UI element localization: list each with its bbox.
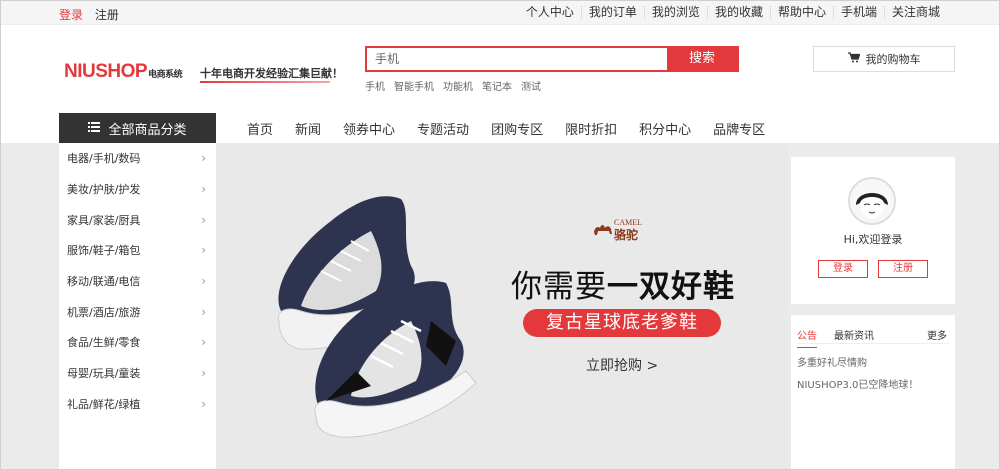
nav-points[interactable]: 积分中心: [639, 119, 691, 138]
top-login-link[interactable]: 登录: [59, 8, 83, 22]
nav-group-buy[interactable]: 团购专区: [491, 119, 543, 138]
category-label: 电器/手机/数码: [67, 152, 141, 166]
header-slogan: 十年电商开发经验汇集巨献！: [200, 67, 343, 80]
tab-notice[interactable]: 公告: [797, 327, 817, 348]
hot-word[interactable]: 功能机: [443, 78, 473, 93]
top-bar-links: 个人中心 我的订单 我的浏览 我的收藏 帮助中心 手机端 关注商城: [519, 6, 947, 19]
chevron-right-icon: ›: [201, 243, 206, 258]
hero-banner[interactable]: CAMEL 骆驼 你需要一双好鞋 复古星球底老爹鞋 立即抢购 >: [216, 143, 788, 469]
panel-register-button[interactable]: 注册: [878, 260, 928, 278]
chevron-right-icon: ›: [201, 396, 206, 411]
news-item[interactable]: NIUSHOP3.0已空降地球！: [797, 376, 918, 391]
user-panel: Hi,欢迎登录 登录 注册: [791, 157, 955, 304]
category-item[interactable]: 母婴/玩具/童装 ›: [59, 358, 216, 389]
slogan-underline: [200, 81, 330, 83]
category-label: 移动/联通/电信: [67, 275, 141, 289]
chevron-right-icon: ›: [201, 274, 206, 289]
category-label: 食品/生鲜/零食: [67, 336, 141, 350]
category-label: 机票/酒店/旅游: [67, 305, 141, 319]
cart-label: 我的购物车: [865, 53, 921, 66]
nav-links: 首页 新闻 领券中心 专题活动 团购专区 限时折扣 积分中心 品牌专区: [247, 119, 787, 138]
news-divider: [797, 343, 949, 344]
top-link-personal-center[interactable]: 个人中心: [519, 6, 581, 19]
nav-topics[interactable]: 专题活动: [417, 119, 469, 138]
sneaker-image: [277, 196, 477, 438]
top-link-help-center[interactable]: 帮助中心: [769, 6, 833, 19]
welcome-text: Hi,欢迎登录: [843, 233, 903, 246]
top-link-follow-mall[interactable]: 关注商城: [883, 6, 947, 19]
hot-search-words: 手机 智能手机 功能机 笔记本 测试: [365, 78, 550, 93]
category-item[interactable]: 机票/酒店/旅游 ›: [59, 296, 216, 327]
headline-bold: 一双好鞋: [607, 269, 735, 305]
main-nav: 全部商品分类 首页 新闻 领券中心 专题活动 团购专区 限时折扣 积分中心 品牌…: [1, 113, 999, 143]
cart-button[interactable]: 我的购物车: [813, 46, 955, 72]
category-label: 母婴/玩具/童装: [67, 367, 141, 381]
top-link-my-favorites[interactable]: 我的收藏: [706, 6, 770, 19]
menu-icon: [88, 121, 101, 135]
logo-text: NIUSHOP: [64, 61, 148, 82]
category-item[interactable]: 家具/家装/厨具 ›: [59, 204, 216, 235]
chevron-right-icon: ›: [201, 366, 206, 381]
hot-word[interactable]: 测试: [521, 78, 541, 93]
chevron-right-icon: ›: [201, 212, 206, 227]
category-label: 美妆/护肤/护发: [67, 183, 141, 197]
news-item[interactable]: 多重好礼尽情购: [797, 354, 867, 369]
nav-news[interactable]: 新闻: [295, 119, 321, 138]
all-categories-button[interactable]: 全部商品分类: [59, 113, 216, 143]
top-register-link[interactable]: 注册: [95, 8, 119, 22]
banner-promo-pill: 复古星球底老爹鞋: [523, 309, 721, 337]
camel-brand-logo: CAMEL 骆驼: [592, 217, 642, 241]
avatar: [848, 177, 896, 225]
top-link-mobile[interactable]: 手机端: [832, 6, 884, 19]
category-sidebar: 电器/手机/数码 › 美妆/护肤/护发 › 家具/家装/厨具 › 服饰/鞋子/箱包 › …: [59, 143, 216, 469]
brand-name-cn: 骆驼: [614, 228, 639, 242]
nav-coupons[interactable]: 领券中心: [343, 119, 395, 138]
category-item[interactable]: 移动/联通/电信 ›: [59, 266, 216, 297]
chevron-right-icon: ›: [201, 304, 206, 319]
search-input[interactable]: 手机: [367, 48, 667, 70]
search-button[interactable]: 搜索: [667, 48, 737, 70]
category-item[interactable]: 服饰/鞋子/箱包 ›: [59, 235, 216, 266]
category-item[interactable]: 美妆/护肤/护发 ›: [59, 174, 216, 205]
banner-headline: 你需要一双好鞋: [511, 261, 735, 306]
cart-icon: [847, 52, 860, 66]
hot-word[interactable]: 智能手机: [394, 78, 434, 93]
headline-prefix: 你需要: [511, 269, 607, 305]
hot-word[interactable]: 手机: [365, 78, 385, 93]
all-categories-label: 全部商品分类: [108, 122, 187, 138]
category-label: 礼品/鲜花/绿植: [67, 397, 141, 411]
tab-latest-news[interactable]: 最新资讯: [834, 327, 874, 348]
news-panel: 公告 最新资讯 更多 多重好礼尽情购 NIUSHOP3.0已空降地球！: [791, 315, 955, 469]
panel-login-button[interactable]: 登录: [818, 260, 868, 278]
news-more-link[interactable]: 更多: [927, 327, 947, 342]
nav-brands[interactable]: 品牌专区: [713, 119, 765, 138]
top-link-my-history[interactable]: 我的浏览: [643, 6, 707, 19]
chevron-right-icon: ›: [201, 335, 206, 350]
site-logo[interactable]: NIUSHOP电商系统: [64, 61, 183, 83]
buy-now-link[interactable]: 立即抢购 >: [586, 355, 658, 375]
top-link-my-orders[interactable]: 我的订单: [580, 6, 644, 19]
category-label: 家具/家装/厨具: [67, 213, 141, 227]
page-frame: 登录 注册 个人中心 我的订单 我的浏览 我的收藏 帮助中心 手机端 关注商城 …: [0, 0, 1000, 470]
nav-flash-sale[interactable]: 限时折扣: [565, 119, 617, 138]
category-item[interactable]: 礼品/鲜花/绿植 ›: [59, 389, 216, 420]
chevron-right-icon: ›: [201, 151, 206, 166]
chevron-right-icon: ›: [201, 182, 206, 197]
top-bar: 登录 注册 个人中心 我的订单 我的浏览 我的收藏 帮助中心 手机端 关注商城: [1, 1, 999, 25]
nav-home[interactable]: 首页: [247, 119, 273, 138]
top-bar-auth: 登录 注册: [59, 6, 119, 23]
camel-icon: [594, 225, 612, 235]
category-label: 服饰/鞋子/箱包: [67, 244, 141, 258]
logo-subtitle: 电商系统: [148, 69, 183, 79]
hot-word[interactable]: 笔记本: [482, 78, 512, 93]
search-bar: 手机 搜索: [365, 46, 739, 72]
category-item[interactable]: 电器/手机/数码 ›: [59, 143, 216, 174]
brand-name: CAMEL 骆驼: [614, 217, 642, 241]
category-item[interactable]: 食品/生鲜/零食 ›: [59, 327, 216, 358]
